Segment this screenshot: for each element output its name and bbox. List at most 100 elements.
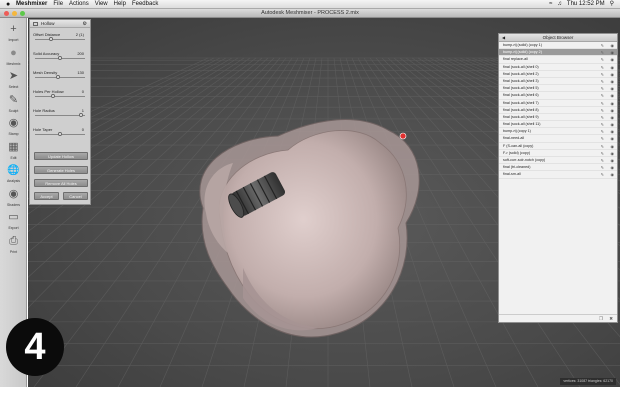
visibility-eye-icon[interactable]: ◉ — [611, 92, 615, 99]
menu-item-actions[interactable]: Actions — [69, 0, 89, 9]
visibility-eye-icon[interactable]: ◉ — [611, 85, 615, 92]
object-row[interactable]: final (sock-all (shell 3) ✎ ◉ — [499, 78, 617, 86]
close-window-icon[interactable] — [4, 11, 9, 16]
param-slider-handle[interactable] — [58, 132, 62, 136]
visibility-eye-icon[interactable]: ◉ — [611, 150, 615, 157]
tool-sculpt[interactable]: ✎ Sculpt — [2, 93, 25, 118]
search-icon[interactable]: ⚲ — [610, 0, 614, 9]
edit-object-icon[interactable]: ✎ — [601, 49, 604, 56]
object-row[interactable]: bump-rtj (solid) (copy 1) ✎ ◉ — [499, 42, 617, 50]
visibility-eye-icon[interactable]: ◉ — [611, 56, 615, 63]
panel-collapse-icon[interactable] — [33, 22, 38, 26]
object-row[interactable]: F-r (solid) (copy) ✎ ◉ — [499, 150, 617, 157]
menu-item-help[interactable]: Help — [114, 0, 126, 9]
edit-object-icon[interactable]: ✎ — [601, 128, 604, 135]
pivot-marker[interactable] — [399, 132, 407, 140]
param-value[interactable]: 0 — [82, 89, 84, 94]
accept-button[interactable]: Accept — [34, 192, 59, 200]
cancel-button[interactable]: Cancel — [63, 192, 88, 200]
tool-stamp[interactable]: ◉ Stamp — [2, 116, 25, 141]
visibility-eye-icon[interactable]: ◉ — [611, 171, 615, 178]
object-row[interactable]: F (S-can-all (copy) ✎ ◉ — [499, 143, 617, 150]
zoom-window-icon[interactable] — [20, 11, 25, 16]
visibility-eye-icon[interactable]: ◉ — [611, 135, 615, 142]
visibility-eye-icon[interactable]: ◉ — [611, 164, 615, 171]
edit-object-icon[interactable]: ✎ — [601, 71, 604, 78]
edit-object-icon[interactable]: ✎ — [601, 56, 604, 63]
edit-object-icon[interactable]: ✎ — [601, 78, 604, 85]
edit-object-icon[interactable]: ✎ — [601, 143, 604, 150]
edit-object-icon[interactable]: ✎ — [601, 42, 604, 49]
edit-object-icon[interactable]: ✎ — [601, 164, 604, 171]
remove-all-holes-button[interactable]: Remove All Holes — [34, 179, 88, 187]
object-row[interactable]: final (sock-all (shell 7) ✎ ◉ — [499, 100, 617, 107]
menu-item-file[interactable]: File — [53, 0, 63, 9]
collapse-arrow-icon[interactable]: ◀ — [502, 34, 505, 42]
menu-item-feedback[interactable]: Feedback — [132, 0, 158, 9]
edit-object-icon[interactable]: ✎ — [601, 92, 604, 99]
visibility-eye-icon[interactable]: ◉ — [611, 128, 615, 135]
tool-import[interactable]: + Import — [2, 22, 25, 47]
volume-icon[interactable]: ♫ — [557, 0, 562, 9]
object-row[interactable]: soft-curr-solr-notch (copy) ✎ ◉ — [499, 157, 617, 165]
menu-item-meshmixer[interactable]: Meshmixer — [16, 0, 47, 9]
visibility-eye-icon[interactable]: ◉ — [611, 107, 615, 114]
edit-object-icon[interactable]: ✎ — [601, 121, 604, 128]
edit-object-icon[interactable]: ✎ — [601, 64, 604, 71]
duplicate-icon[interactable]: ❐ — [599, 316, 603, 322]
object-row[interactable]: final-need-all ✎ ◉ — [499, 135, 617, 143]
edit-object-icon[interactable]: ✎ — [601, 107, 604, 114]
object-row[interactable]: bump-rtj (solid) (copy 2) ✎ ◉ — [499, 49, 617, 57]
visibility-eye-icon[interactable]: ◉ — [611, 143, 615, 150]
visibility-eye-icon[interactable]: ◉ — [611, 78, 615, 85]
object-row[interactable]: final (sock-all (shell 5) ✎ ◉ — [499, 85, 617, 93]
object-row[interactable]: final (sock-all (shell 0) ✎ ◉ — [499, 64, 617, 71]
edit-object-icon[interactable]: ✎ — [601, 85, 604, 92]
visibility-eye-icon[interactable]: ◉ — [611, 121, 615, 128]
param-slider-track[interactable] — [35, 77, 85, 78]
menu-item-view[interactable]: View — [95, 0, 108, 9]
param-value[interactable]: 1 — [82, 108, 84, 113]
param-slider-track[interactable] — [35, 96, 85, 97]
object-row[interactable]: final (sock-all (shell 8) ✎ ◉ — [499, 107, 617, 114]
object-row[interactable]: final-sm-all ✎ ◉ — [499, 171, 617, 179]
tool-analysis[interactable]: 🌐 Analysis — [2, 163, 25, 188]
edit-object-icon[interactable]: ✎ — [601, 171, 604, 178]
edit-object-icon[interactable]: ✎ — [601, 135, 604, 142]
generate-holes-button[interactable]: Generate Holes — [34, 166, 88, 174]
object-row[interactable]: final (sock-all (shell 11) ✎ ◉ — [499, 121, 617, 129]
object-row[interactable]: final (sock-all (shell 6) ✎ ◉ — [499, 92, 617, 100]
param-slider-track[interactable] — [35, 115, 85, 116]
edit-object-icon[interactable]: ✎ — [601, 114, 604, 121]
param-slider-handle[interactable] — [51, 94, 56, 98]
param-value[interactable]: 200 — [77, 51, 84, 56]
visibility-eye-icon[interactable]: ◉ — [611, 157, 615, 164]
visibility-eye-icon[interactable]: ◉ — [611, 42, 615, 49]
param-value[interactable]: 2 (1) — [76, 32, 84, 37]
object-row[interactable]: final (sock-all (shell 9) ✎ ◉ — [499, 114, 617, 122]
minimize-window-icon[interactable] — [12, 11, 17, 16]
object-row[interactable]: final (sock-all (shell 2) ✎ ◉ — [499, 71, 617, 78]
visibility-eye-icon[interactable]: ◉ — [611, 49, 615, 56]
param-value[interactable]: 0 — [82, 127, 84, 132]
tool-shaders[interactable]: ◉ Shaders — [2, 187, 25, 212]
visibility-eye-icon[interactable]: ◉ — [611, 114, 615, 121]
tool-select[interactable]: ➤ Select — [2, 69, 25, 94]
panel-settings-icon[interactable]: ⚙ — [83, 20, 87, 28]
param-value[interactable]: 130 — [77, 70, 84, 75]
param-slider-handle[interactable] — [55, 75, 60, 79]
object-row[interactable]: bump-rtj (copy 1) ✎ ◉ — [499, 128, 617, 136]
object-row[interactable]: final (tri-cleaned) ✎ ◉ — [499, 164, 617, 172]
tool-meshmix[interactable]: ● Meshmix — [2, 46, 25, 71]
trash-icon[interactable]: ✖ — [609, 316, 613, 322]
tool-print[interactable]: ⎙ Print — [2, 234, 25, 259]
tool-edit[interactable]: ▦ Edit — [2, 140, 25, 165]
apple-menu-icon[interactable]: ● — [6, 0, 10, 9]
edit-object-icon[interactable]: ✎ — [601, 150, 604, 157]
edit-object-icon[interactable]: ✎ — [601, 100, 604, 107]
param-slider-handle[interactable] — [48, 37, 53, 41]
param-slider-handle[interactable] — [78, 113, 83, 117]
edit-object-icon[interactable]: ✎ — [601, 157, 604, 164]
visibility-eye-icon[interactable]: ◉ — [611, 100, 615, 107]
visibility-eye-icon[interactable]: ◉ — [611, 71, 615, 78]
